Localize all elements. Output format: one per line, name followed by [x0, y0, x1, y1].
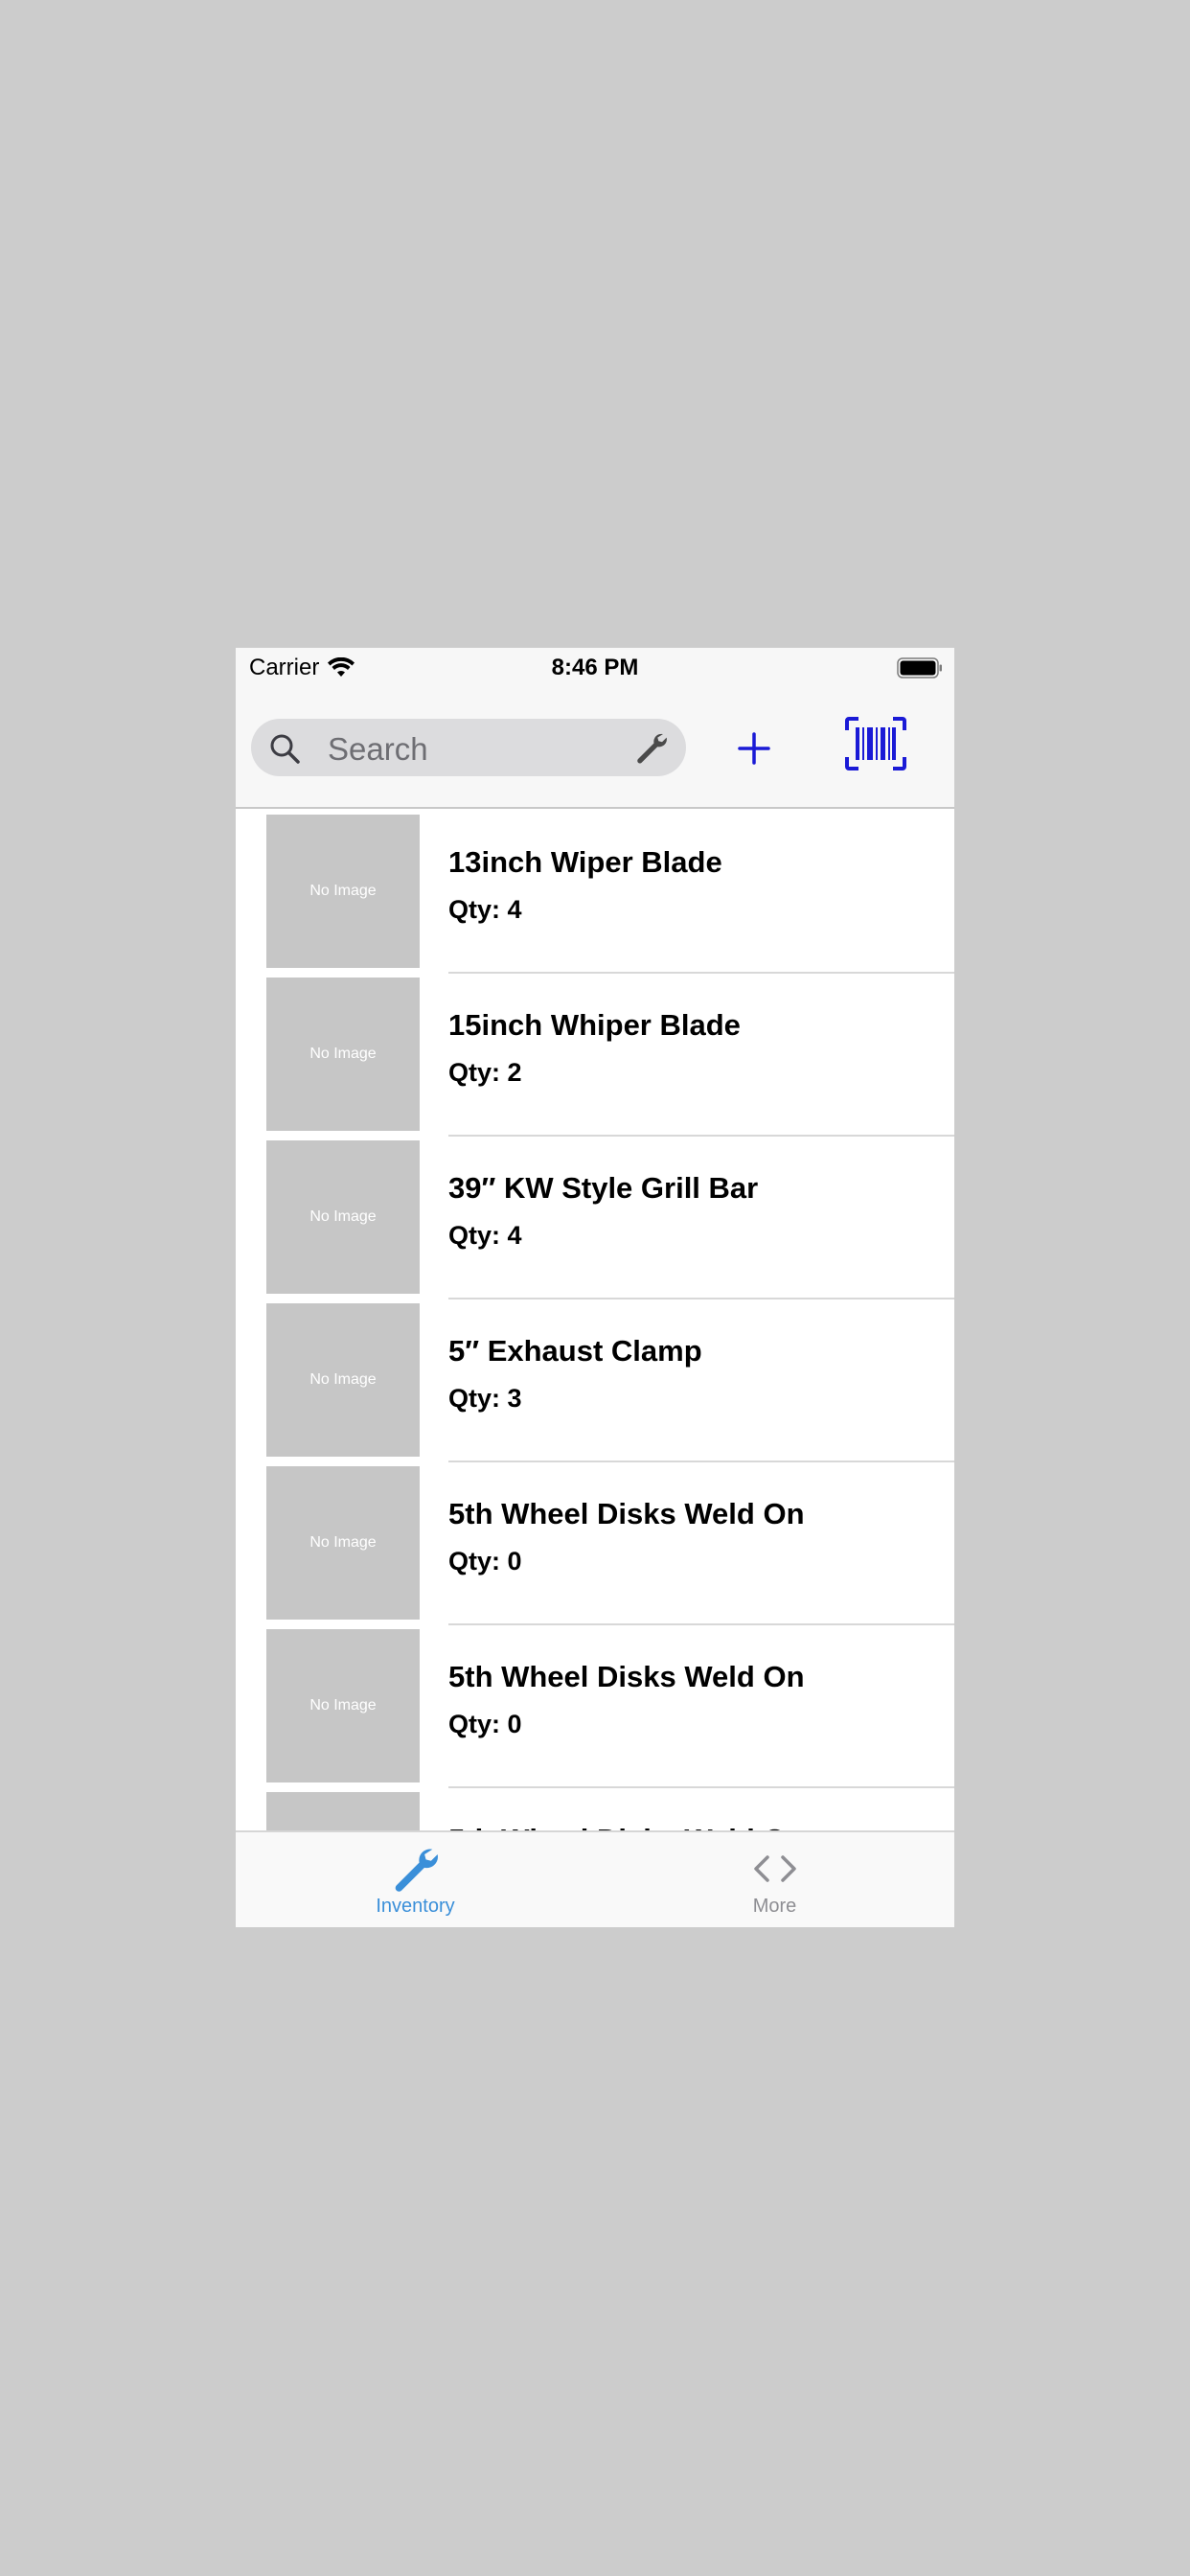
item-quantity: Qty: 2 — [448, 1058, 522, 1087]
item-name: 5th Wheel Disks Weld On — [448, 1660, 805, 1693]
item-name: 39″ KW Style Grill Bar — [448, 1171, 759, 1205]
item-name: 5th Wheel Disks Weld On — [448, 1823, 805, 1830]
navigation-bar: Search — [236, 690, 954, 809]
wrench-icon — [395, 1849, 438, 1892]
no-image-label: No Image — [309, 883, 377, 899]
barcode-scan-icon — [845, 717, 906, 770]
item-thumbnail: No Image — [266, 1466, 420, 1620]
item-thumbnail: No Image — [266, 1792, 420, 1830]
inventory-row[interactable]: No Image 13inch Wiper Blade Qty: 4 — [236, 811, 954, 974]
search-bar[interactable]: Search — [251, 719, 686, 776]
item-quantity: Qty: 4 — [448, 1221, 522, 1250]
code-brackets-icon — [753, 1855, 796, 1882]
tab-inventory-label: Inventory — [376, 1896, 455, 1917]
inventory-row[interactable]: No Image 5″ Exhaust Clamp Qty: 3 — [236, 1300, 954, 1462]
search-icon — [270, 734, 300, 764]
item-thumbnail: No Image — [266, 1140, 420, 1294]
wrench-icon[interactable] — [634, 730, 669, 765]
no-image-label: No Image — [309, 1208, 377, 1225]
tab-more[interactable]: More — [595, 1832, 954, 1927]
tab-bar: Inventory More — [236, 1830, 954, 1927]
plus-icon — [738, 732, 770, 765]
item-name: 5th Wheel Disks Weld On — [448, 1497, 805, 1530]
item-name: 13inch Wiper Blade — [448, 845, 722, 879]
inventory-row[interactable]: No Image 5th Wheel Disks Weld On Qty: 0 — [236, 1462, 954, 1625]
inventory-row[interactable]: No Image 15inch Whiper Blade Qty: 2 — [236, 974, 954, 1137]
item-thumbnail: No Image — [266, 815, 420, 968]
no-image-label: No Image — [309, 1697, 377, 1714]
no-image-label: No Image — [309, 1534, 377, 1551]
item-quantity: Qty: 4 — [448, 895, 522, 924]
battery-icon — [897, 657, 942, 678]
no-image-label: No Image — [309, 1371, 377, 1388]
item-quantity: Qty: 0 — [448, 1710, 522, 1738]
barcode-scan-button[interactable] — [845, 717, 906, 770]
inventory-row[interactable]: No Image 39″ KW Style Grill Bar Qty: 4 — [236, 1137, 954, 1300]
item-quantity: Qty: 3 — [448, 1384, 522, 1413]
inventory-row[interactable]: No Image 5th Wheel Disks Weld On Qty: 0 — [236, 1625, 954, 1788]
inventory-list[interactable]: No Image 13inch Wiper Blade Qty: 4 No Im… — [236, 811, 954, 1830]
no-image-label: No Image — [309, 1046, 377, 1062]
item-thumbnail: No Image — [266, 1303, 420, 1457]
status-bar: Carrier 8:46 PM — [236, 648, 954, 690]
inventory-row[interactable]: No Image 5th Wheel Disks Weld On — [236, 1788, 954, 1830]
search-placeholder[interactable]: Search — [328, 731, 428, 768]
add-item-button[interactable] — [728, 723, 780, 774]
app-screen: Carrier 8:46 PM Search No Image 13inch W… — [236, 648, 954, 1927]
item-thumbnail: No Image — [266, 1629, 420, 1782]
item-thumbnail: No Image — [266, 978, 420, 1131]
tab-more-label: More — [752, 1896, 797, 1917]
item-name: 5″ Exhaust Clamp — [448, 1334, 702, 1368]
tab-inventory[interactable]: Inventory — [236, 1832, 595, 1927]
status-time: 8:46 PM — [551, 655, 639, 680]
item-quantity: Qty: 0 — [448, 1547, 522, 1576]
item-name: 15inch Whiper Blade — [448, 1008, 741, 1042]
